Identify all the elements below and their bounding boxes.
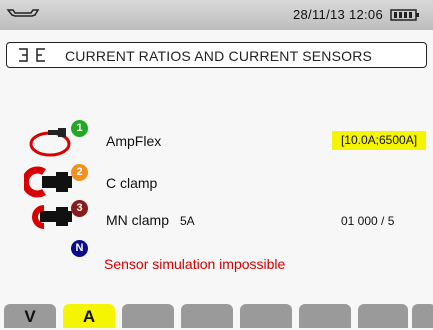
softkey-a[interactable]: A [63,304,115,328]
sensor-rating: 5A [180,214,195,228]
page-title: CURRENT RATIOS AND CURRENT SENSORS [65,48,373,64]
status-bar: 28/11/13 12:06 [0,0,433,30]
current-sensor-icon [19,48,45,62]
c-clamp-icon [24,166,72,198]
warning-message: Sensor simulation impossible [104,256,286,272]
sensor-badge: 2 [71,164,88,181]
battery-icon [390,9,419,21]
softkey-5[interactable] [240,304,292,328]
softkey-v[interactable]: V [4,304,56,328]
neutral-badge: N [71,240,88,257]
sensor-name: MN clamp [106,212,170,228]
sensor-badge: 3 [71,200,88,217]
mn-clamp-icon [32,205,72,229]
softkey-8[interactable] [412,304,433,328]
sensor-name: AmpFlex [106,133,162,149]
wrench-icon [6,9,40,17]
ampflex-icon [29,128,71,157]
datetime: 28/11/13 12:06 [293,7,383,22]
sensor-range-field[interactable]: [10.0A;6500A] [332,131,426,150]
softkey-4[interactable] [181,304,233,328]
sensor-ratio-field[interactable]: 01 000 / 5 [341,214,394,228]
sensor-badge: 1 [71,120,88,137]
softkey-7[interactable] [358,304,408,328]
softkey-6[interactable] [299,304,351,328]
screen-title-bar: CURRENT RATIOS AND CURRENT SENSORS [6,42,427,68]
sensor-name: C clamp [106,175,158,191]
softkey-3[interactable] [122,304,174,328]
